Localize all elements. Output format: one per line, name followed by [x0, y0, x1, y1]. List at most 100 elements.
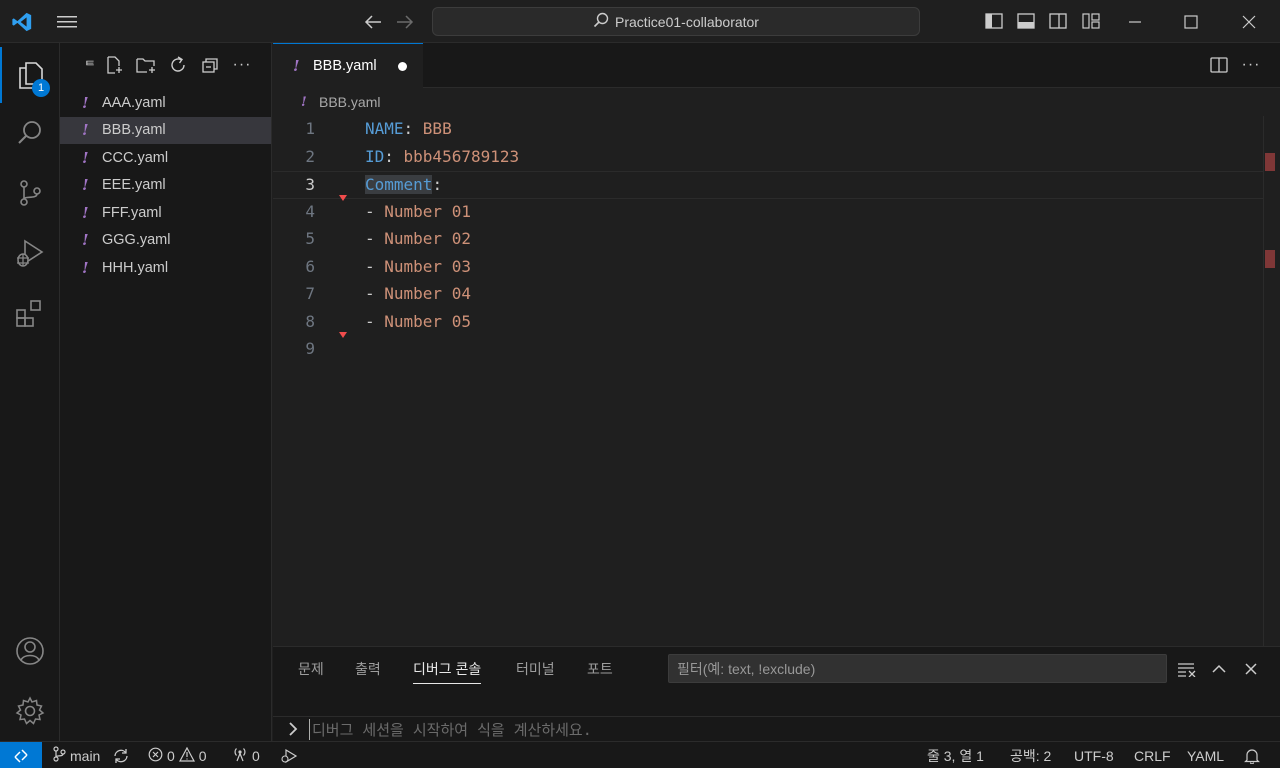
file-name: AAA.yaml [102, 94, 166, 111]
arrow-left-icon[interactable] [360, 9, 386, 35]
new-folder-icon[interactable] [134, 53, 158, 77]
yaml-list-dash: - [365, 284, 385, 303]
toggle-secondary-sidebar-icon[interactable] [1046, 9, 1070, 33]
yaml-file-icon: ! [301, 94, 307, 110]
error-count: 0 [167, 747, 175, 764]
code-editor[interactable]: 1 NAME: BBB 2 ID: bbb456789123 3 Comment: 4 - N… [273, 116, 1280, 646]
line-number: 2 [305, 146, 315, 166]
explorer-icon[interactable]: 1 [0, 47, 60, 103]
gear-icon[interactable] [0, 683, 60, 739]
more-actions-icon[interactable]: ··· [1239, 53, 1263, 77]
toggle-panel-icon[interactable] [1014, 9, 1038, 33]
yaml-key: ID [365, 146, 385, 166]
cursor-position[interactable]: 줄 3, 열 1 [927, 742, 984, 768]
line-number: 4 [305, 201, 315, 221]
debug-console-input-row: 디버그 세션을 시작하여 식을 계산하세요. [273, 716, 1280, 742]
code-text: - Number 02 [365, 229, 471, 248]
sync-icon[interactable] [112, 742, 130, 768]
line-number: 1 [305, 119, 315, 138]
unsaved-dot-icon[interactable] [398, 62, 407, 71]
editor-scrollbar[interactable] [1263, 116, 1277, 646]
file-item[interactable]: ! EEE.yaml [60, 172, 271, 199]
code-line[interactable]: 7 - Number 04 [273, 281, 1263, 309]
yaml-list-dash: - [365, 311, 385, 331]
encoding[interactable]: UTF-8 [1074, 742, 1114, 768]
code-line[interactable]: 8 - Number 05 [273, 309, 1263, 337]
problems-status[interactable]: 0 0 [148, 742, 207, 768]
file-item[interactable]: ! FFF.yaml [60, 199, 271, 226]
tab-ports[interactable]: 포트 [587, 659, 613, 683]
tab-bbb-yaml[interactable]: ! BBB.yaml [273, 43, 423, 88]
source-control-icon[interactable] [0, 165, 60, 221]
tab-output[interactable]: 출력 [355, 659, 381, 683]
maximize-icon[interactable] [1178, 9, 1204, 35]
broadcast-icon [232, 746, 248, 765]
maximize-panel-icon[interactable] [1207, 657, 1231, 681]
breadcrumb[interactable]: ! BBB.yaml [273, 88, 1280, 116]
remote-indicator-icon[interactable] [0, 742, 42, 768]
yaml-list-dash: - [365, 201, 385, 221]
ports-status[interactable]: 0 [232, 742, 260, 768]
filter-placeholder: 필터(예: text, !exclude) [677, 660, 816, 677]
split-editor-icon[interactable] [1207, 53, 1231, 77]
yaml-value: Number 03 [384, 256, 471, 276]
file-item[interactable]: ! CCC.yaml [60, 144, 271, 171]
code-line[interactable]: 6 - Number 03 [273, 254, 1263, 282]
tab-terminal[interactable]: 터미널 [516, 659, 555, 683]
code-line[interactable]: 3 Comment: [273, 171, 1263, 199]
command-center-search[interactable]: Practice01-collaborator [432, 7, 920, 36]
file-item[interactable]: ! HHH.yaml [60, 254, 271, 281]
tab-problems[interactable]: 문제 [298, 659, 324, 683]
more-actions-icon[interactable]: ··· [230, 53, 254, 77]
minimize-icon[interactable] [1122, 9, 1148, 35]
menu-icon[interactable] [54, 9, 80, 35]
chevron-right-icon [285, 720, 301, 738]
title-bar: Practice01-collaborator [0, 0, 1280, 43]
debug-console-input[interactable]: 디버그 세션을 시작하여 식을 계산하세요. [309, 719, 592, 740]
file-item[interactable]: ! AAA.yaml [60, 89, 271, 116]
yaml-value: Number 04 [384, 284, 471, 303]
extensions-icon[interactable] [0, 285, 60, 341]
new-file-icon[interactable] [102, 53, 126, 77]
fold-marker[interactable] [339, 195, 347, 201]
debug-status-icon[interactable] [280, 742, 298, 768]
line-number: 3 [305, 175, 315, 194]
run-debug-icon[interactable] [0, 225, 60, 281]
account-icon[interactable] [0, 623, 60, 679]
file-name: FFF.yaml [102, 204, 162, 221]
file-item[interactable]: ! BBB.yaml [60, 116, 271, 144]
tab-debug-console[interactable]: 디버그 콘솔 [413, 659, 482, 684]
clear-console-icon[interactable] [1175, 657, 1199, 681]
warning-icon [178, 746, 195, 765]
filter-input[interactable]: 필터(예: text, !exclude) [668, 654, 1167, 683]
file-item[interactable]: ! GGG.yaml [60, 227, 271, 254]
close-panel-icon[interactable] [1239, 657, 1263, 681]
end-of-line[interactable]: CRLF [1134, 742, 1171, 768]
arrow-right-icon[interactable] [392, 9, 418, 35]
branch-status[interactable]: main [52, 742, 100, 768]
code-line[interactable]: 5 - Number 02 [273, 226, 1263, 254]
collapse-all-icon[interactable] [198, 53, 222, 77]
breadcrumb-file[interactable]: BBB.yaml [319, 94, 380, 110]
refresh-icon[interactable] [166, 53, 190, 77]
yaml-value: Number 02 [384, 229, 471, 248]
indentation[interactable]: 공백: 2 [1010, 742, 1051, 768]
code-line[interactable]: 2 ID: bbb456789123 [273, 144, 1263, 172]
customize-layout-icon[interactable] [1079, 9, 1103, 33]
fold-marker[interactable] [339, 332, 347, 338]
code-line[interactable]: 9 [273, 336, 1263, 364]
close-icon[interactable] [1236, 9, 1262, 35]
yaml-list-dash: - [365, 256, 385, 276]
yaml-key: NAME [365, 119, 404, 138]
code-line[interactable]: 1 NAME: BBB [273, 116, 1263, 144]
language-mode[interactable]: YAML [1187, 742, 1224, 768]
search-icon[interactable] [0, 105, 60, 161]
yaml-file-icon: ! [82, 203, 89, 222]
git-branch-icon [52, 746, 66, 765]
yaml-list-dash: - [365, 229, 385, 248]
warning-count: 0 [198, 747, 207, 764]
bell-icon[interactable] [1244, 742, 1260, 768]
code-text: Comment: [365, 175, 442, 194]
toggle-sidebar-icon[interactable] [982, 9, 1006, 33]
code-line[interactable]: 4 - Number 01 [273, 199, 1263, 227]
